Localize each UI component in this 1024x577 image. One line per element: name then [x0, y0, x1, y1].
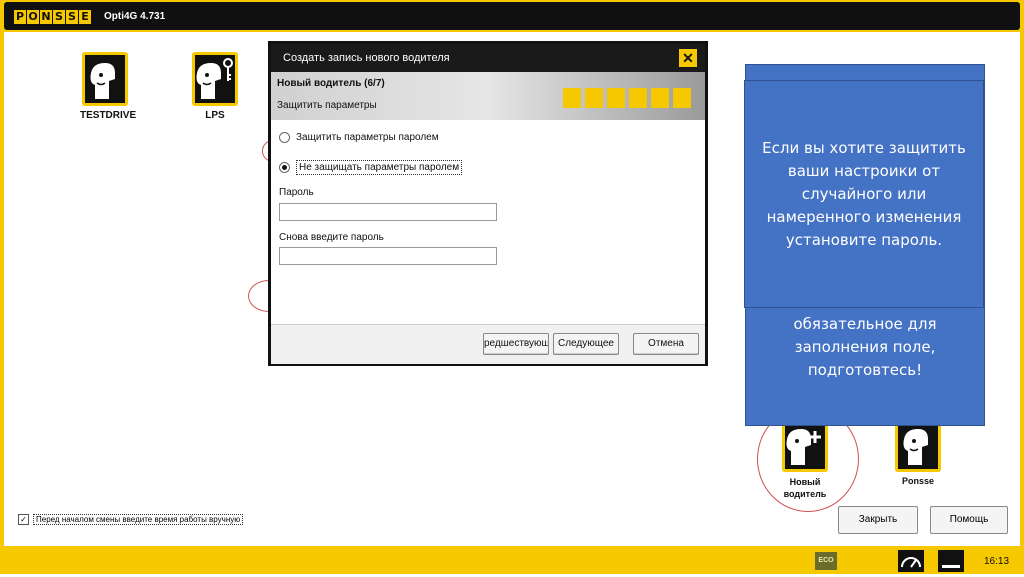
radio-button[interactable]	[279, 132, 290, 143]
logo-letter: P	[14, 10, 26, 24]
progress-stripes-icon	[563, 88, 695, 108]
callout-front-line: случайного или	[801, 185, 927, 203]
ponsse-logo: P O N S S E	[14, 10, 92, 24]
dialog-step: Новый водитель (6/7)	[277, 78, 385, 89]
person-key-icon	[192, 52, 238, 106]
new-driver-line2: водитель	[783, 489, 827, 499]
logo-letter: S	[53, 10, 65, 24]
dialog-header: Новый водитель (6/7) Защитить параметры	[271, 72, 705, 120]
logo-letter: N	[40, 10, 52, 24]
close-button[interactable]: Закрыть	[838, 506, 918, 534]
minimize-icon[interactable]	[938, 550, 964, 572]
logo-letter: O	[27, 10, 39, 24]
manual-time-row[interactable]: ✓ Перед началом смены введите время рабо…	[18, 514, 244, 525]
frame-right	[1020, 32, 1024, 546]
profile-label: Ponsse	[901, 476, 934, 486]
password-field[interactable]	[279, 203, 497, 221]
previous-button[interactable]: редшествующи	[483, 333, 549, 355]
help-button[interactable]: Помощь	[930, 506, 1008, 534]
radio-no-protect[interactable]: Не защищать параметры паролем	[279, 160, 463, 175]
callout-front: Если вы хотите защитить ваши настроики о…	[744, 80, 984, 308]
eco-badge[interactable]: ECO	[815, 552, 837, 570]
callout-back-line: обязательное для	[793, 315, 937, 333]
dialog-subtitle: Защитить параметры	[277, 100, 377, 111]
radio-label: Защитить параметры паролем	[296, 132, 439, 143]
radio-button-selected[interactable]	[279, 162, 290, 173]
radio-label: Не защищать параметры паролем	[296, 160, 463, 175]
profile-label: Новый водитель	[780, 476, 830, 500]
callout-back-line: заполнения поле,	[794, 338, 936, 356]
profile-testdrive[interactable]: TESTDRIVE	[80, 52, 137, 121]
dialog-titlebar: Создать запись нового водителя ✕	[271, 44, 705, 72]
gauge-icon[interactable]	[898, 550, 924, 572]
manual-time-label: Перед началом смены введите время работы…	[33, 514, 244, 525]
app-title: Opti4G 4.731	[104, 11, 166, 22]
manual-time-checkbox[interactable]: ✓	[18, 514, 29, 525]
callout-back-line: подготовтесь!	[807, 361, 923, 379]
callout-front-line: установите пароль.	[785, 231, 943, 249]
new-driver-line1: Новый	[789, 477, 821, 487]
next-button[interactable]: Следующее	[553, 333, 619, 355]
close-icon[interactable]: ✕	[679, 49, 697, 67]
logo-letter: E	[79, 10, 91, 24]
clock: 16:13	[984, 556, 1010, 567]
password-label: Пароль	[279, 187, 314, 198]
callout-front-line: намеренного изменения	[766, 208, 962, 226]
status-bar	[0, 546, 1024, 574]
title-bar: P O N S S E Opti4G 4.731	[0, 0, 1024, 32]
person-add-icon	[782, 418, 828, 472]
dialog-title: Создать запись нового водителя	[283, 52, 450, 64]
callout-front-line: Если вы хотите защитить	[762, 139, 966, 157]
cancel-button[interactable]: Отмена	[633, 333, 699, 355]
radio-protect[interactable]: Защитить параметры паролем	[279, 132, 439, 143]
profile-label: LPS	[205, 110, 225, 121]
profile-label: TESTDRIVE	[80, 110, 137, 121]
person-icon	[82, 52, 128, 106]
profile-new-driver[interactable]: Новый водитель	[780, 418, 830, 500]
title-bar-inner: P O N S S E Opti4G 4.731	[4, 2, 1020, 30]
profile-lps[interactable]: LPS	[190, 52, 240, 121]
person-icon	[895, 418, 941, 472]
callout-front-line: ваши настроики от	[787, 162, 941, 180]
repeat-password-field[interactable]	[279, 247, 497, 265]
repeat-password-label: Снова введите пароль	[279, 232, 384, 243]
dialog-footer: редшествующи Следующее Отмена	[271, 324, 705, 364]
profile-ponsse[interactable]: Ponsse	[893, 418, 943, 486]
frame-left	[0, 32, 4, 546]
logo-letter: S	[66, 10, 78, 24]
new-driver-dialog: Создать запись нового водителя ✕ Новый в…	[268, 41, 708, 366]
